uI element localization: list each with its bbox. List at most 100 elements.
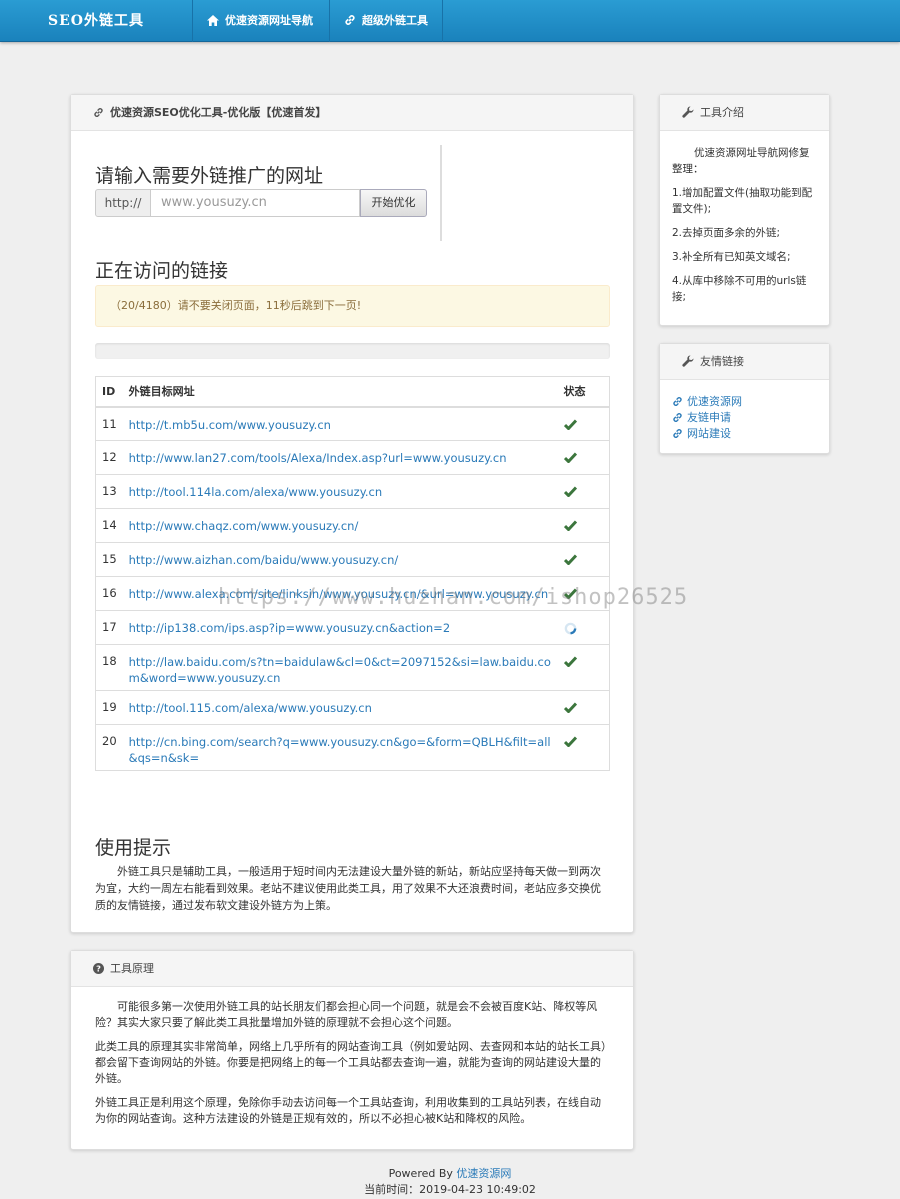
url-input-group: http:// www.yousuzy.cn 开始优化 [95,189,427,217]
table-row: 19 http://tool.115.com/alexa/www.yousuzy… [95,690,610,725]
friend-link[interactable]: 友链申请 [672,410,829,426]
row-url-link[interactable]: http://www.chaqz.com/www.yousuzy.cn/ [122,508,558,543]
row-url-link[interactable]: http://cn.bing.com/search?q=www.yousuzy.… [122,724,558,771]
loading-spinner-icon [564,622,576,635]
friend-link-label: 友链申请 [687,411,731,424]
tips-text: 外链工具只是辅助工具，一般适用于短时间内无法建设大量外链的新站，新站应坚持每天做… [95,865,601,912]
principle-panel: ? 工具原理 可能很多第一次使用外链工具的站长朋友们都会担心同一个问题，就是会不会… [70,950,634,1150]
link-icon [673,397,682,406]
wrench-icon [682,106,694,118]
table-row: 13 http://tool.114la.com/alexa/www.yousu… [95,474,610,509]
row-id: 16 [95,576,123,611]
powered-prefix: Powered By [388,1167,457,1180]
column-header-id: ID [95,376,123,408]
intro-item: 2.去掉页面多余的外链; [672,227,781,239]
row-url-link[interactable]: http://www.aizhan.com/baidu/www.yousuzy.… [122,542,558,577]
row-url-link[interactable]: http://tool.114la.com/alexa/www.yousuzy.… [122,474,558,509]
check-icon [563,486,577,498]
friend-link[interactable]: 网站建设 [672,426,829,442]
row-url-link[interactable]: http://tool.115.com/alexa/www.yousuzy.cn [122,690,558,725]
powered-by: Powered By 优速资源网 [0,1166,900,1182]
panel-title: 工具原理 [110,962,154,975]
link-icon [94,108,103,117]
intro-item: 4.从库中移除不可用的urls链接; [672,275,807,303]
top-navbar: SEO外链工具 优速资源网址导航 超级外链工具 [0,0,900,42]
nav-item-label: 优速资源网址导航 [225,14,313,27]
nav-item-resource-nav[interactable]: 优速资源网址导航 [193,0,330,42]
row-id: 14 [95,508,123,543]
check-icon [563,736,577,748]
friend-link-label: 优速资源网 [687,395,742,408]
page-footer: Powered By 优速资源网 当前时间：2019-04-23 10:49:0… [0,1166,900,1198]
brand-logo[interactable]: SEO外链工具 [0,0,193,42]
panel-header: 友情链接 [660,344,829,380]
question-circle-icon: ? [93,963,104,974]
intro-item: 1.增加配置文件(抽取功能到配置文件); [672,187,813,215]
intro-item: 3.补全所有已知英文域名; [672,251,791,263]
table-row: 12 http://www.lan27.com/tools/Alexa/Inde… [95,440,610,475]
panel-title: 友情链接 [700,355,744,368]
intro-item: 优速资源网址导航网修复整理： [672,147,810,175]
url-prefix: http:// [95,189,151,217]
panel-header: 优速资源SEO优化工具-优化版【优速首发】 [71,95,633,131]
powered-link[interactable]: 优速资源网 [456,1167,511,1180]
principle-paragraph: 外链工具正是利用这个原理，免除你手动去访问每一个工具站查询，利用收集到的工具站列… [95,1096,601,1125]
links-table: ID 外链目标网址 状态 11 http://t.mb5u.com/www.yo… [95,376,610,771]
divider [440,145,442,241]
panel-title: 工具介绍 [700,106,744,119]
table-row: 11 http://t.mb5u.com/www.yousuzy.cn [95,406,610,441]
row-url-link[interactable]: http://law.baidu.com/s?tn=baidulaw&cl=0&… [122,644,558,691]
check-icon [563,554,577,566]
svg-text:?: ? [96,964,101,974]
link-icon [345,15,355,25]
wrench-icon [682,355,694,367]
tips-heading: 使用提示 [95,837,172,859]
principle-paragraph: 可能很多第一次使用外链工具的站长朋友们都会担心同一个问题，就是会不会被百度K站、… [95,1000,598,1029]
principle-paragraph: 此类工具的原理其实非常简单，网络上几乎所有的网站查询工具（例如爱站网、去查网和本… [95,1040,607,1085]
tool-intro-panel: 工具介绍 优速资源网址导航网修复整理： 1.增加配置文件(抽取功能到配置文件);… [659,94,830,326]
column-header-status: 状态 [557,376,610,408]
table-row: 15 http://www.aizhan.com/baidu/www.yousu… [95,542,610,577]
friend-link[interactable]: 优速资源网 [672,394,829,410]
friend-link-label: 网站建设 [687,427,731,440]
current-time: 当前时间：2019-04-23 10:49:02 [364,1183,536,1196]
start-optimize-button[interactable]: 开始优化 [360,189,427,217]
main-tool-panel: 优速资源SEO优化工具-优化版【优速首发】 请输入需要外链推广的网址 http:… [70,94,634,933]
principle-content: 可能很多第一次使用外链工具的站长朋友们都会担心同一个问题，就是会不会被百度K站、… [71,987,633,1127]
table-row: 14 http://www.chaqz.com/www.yousuzy.cn/ [95,508,610,543]
row-id: 15 [95,542,123,577]
check-icon [563,702,577,714]
panel-title: 优速资源SEO优化工具-优化版【优速首发】 [110,106,327,119]
column-header-url: 外链目标网址 [122,376,558,408]
home-icon [207,15,219,26]
row-url-link[interactable]: http://t.mb5u.com/www.yousuzy.cn [122,406,558,441]
row-id: 13 [95,474,123,509]
table-row: 20 http://cn.bing.com/search?q=www.yousu… [95,724,610,771]
row-id: 19 [95,690,123,725]
check-icon [563,452,577,464]
row-id: 20 [95,724,123,771]
panel-header: ? 工具原理 [71,951,633,987]
row-id: 18 [95,644,123,691]
url-input[interactable]: www.yousuzy.cn [151,189,360,217]
check-icon [563,656,577,668]
row-url-link[interactable]: http://ip138.com/ips.asp?ip=www.yousuzy.… [122,610,558,645]
watermark: https://www.huzhan.com/ishop26525 [218,585,689,610]
row-url-link[interactable]: http://www.lan27.com/tools/Alexa/Index.a… [122,440,558,475]
table-row: 17 http://ip138.com/ips.asp?ip=www.yousu… [95,610,610,645]
friend-links-list: 优速资源网 友链申请 网站建设 [660,380,829,442]
check-icon [563,418,577,431]
row-id: 17 [95,610,123,645]
input-heading: 请输入需要外链推广的网址 [95,165,324,187]
link-icon [673,429,682,438]
progress-bar [95,343,610,359]
nav-item-link-tool[interactable]: 超级外链工具 [330,0,443,42]
link-icon [673,413,682,422]
visiting-heading: 正在访问的链接 [95,260,229,282]
row-id: 11 [95,406,123,441]
friend-links-panel: 友情链接 优速资源网 友链申请 网站建设 [659,343,830,454]
row-id: 12 [95,440,123,475]
nav-item-label: 超级外链工具 [362,14,428,27]
status-alert: （20/4180）请不要关闭页面，11秒后跳到下一页! [95,285,610,327]
table-row: 18 http://law.baidu.com/s?tn=baidulaw&cl… [95,644,610,691]
